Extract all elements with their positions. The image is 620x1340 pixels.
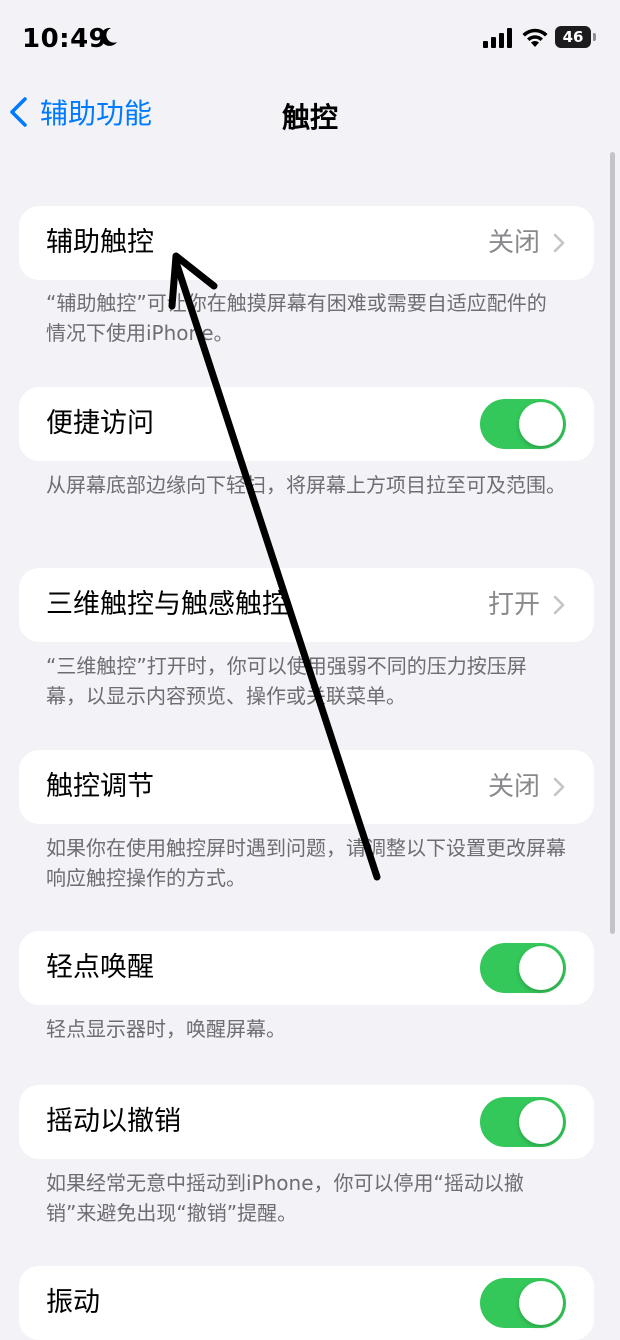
signal-icon (483, 28, 512, 48)
chevron-right-icon (553, 595, 565, 615)
reachability-row: 便捷访问 (19, 387, 594, 461)
shake-to-undo-footer: 如果经常无意中摇动到iPhone，你可以停用“摇动以撤销”来避免出现“撤销”提醒… (46, 1171, 524, 1225)
tap-to-wake-toggle[interactable] (480, 943, 566, 993)
status-time: 10:49 (22, 24, 108, 54)
vibration-toggle[interactable] (480, 1278, 566, 1328)
assistive-touch-row[interactable]: 辅助触控 关闭 (19, 206, 594, 280)
page-title: 触控 (281, 101, 338, 134)
row-value: 打开 (487, 590, 540, 620)
row-label: 摇动以撤销 (46, 1106, 181, 1137)
3d-haptic-touch-footer: “三维触控”打开时，你可以使用强弱不同的压力按压屏幕，以显示内容预览、操作或关联… (46, 654, 527, 708)
wifi-icon (522, 28, 548, 47)
battery-level: 46 (562, 28, 584, 46)
tap-to-wake-row: 轻点唤醒 (19, 931, 594, 1005)
reachability-toggle[interactable] (480, 399, 566, 449)
assistive-touch-footer: “辅助触控”可让你在触摸屏幕有困难或需要自适应配件的情况下使用iPhone。 (46, 291, 547, 345)
shake-to-undo-toggle[interactable] (480, 1097, 566, 1147)
tap-to-wake-footer: 轻点显示器时，唤醒屏幕。 (46, 1017, 286, 1041)
moon-icon (100, 27, 117, 46)
shake-to-undo-row: 摇动以撤销 (19, 1085, 594, 1159)
row-label: 辅助触控 (46, 227, 154, 258)
row-label: 振动 (46, 1287, 100, 1318)
chevron-right-icon (553, 777, 565, 797)
touch-accommodations-row[interactable]: 触控调节 关闭 (19, 750, 594, 824)
3d-haptic-touch-row[interactable]: 三维触控与触感触控 打开 (19, 568, 594, 642)
row-label: 便捷访问 (46, 408, 154, 439)
row-label: 轻点唤醒 (46, 952, 154, 983)
row-label: 触控调节 (46, 771, 154, 802)
chevron-right-icon (553, 233, 565, 253)
vibration-row: 振动 (19, 1266, 594, 1340)
scrollbar[interactable] (610, 152, 615, 934)
row-value: 关闭 (487, 228, 540, 258)
row-label: 三维触控与触感触控 (46, 589, 289, 620)
touch-accommodations-footer: 如果你在使用触控屏时遇到问题，请调整以下设置更改屏幕响应触控操作的方式。 (46, 836, 566, 890)
row-value: 关闭 (487, 772, 540, 802)
battery-icon: 46 (555, 26, 597, 50)
reachability-footer: 从屏幕底部边缘向下轻扫，将屏幕上方项目拉至可及范围。 (46, 473, 566, 497)
status-bar: 10:49 46 (0, 0, 620, 80)
